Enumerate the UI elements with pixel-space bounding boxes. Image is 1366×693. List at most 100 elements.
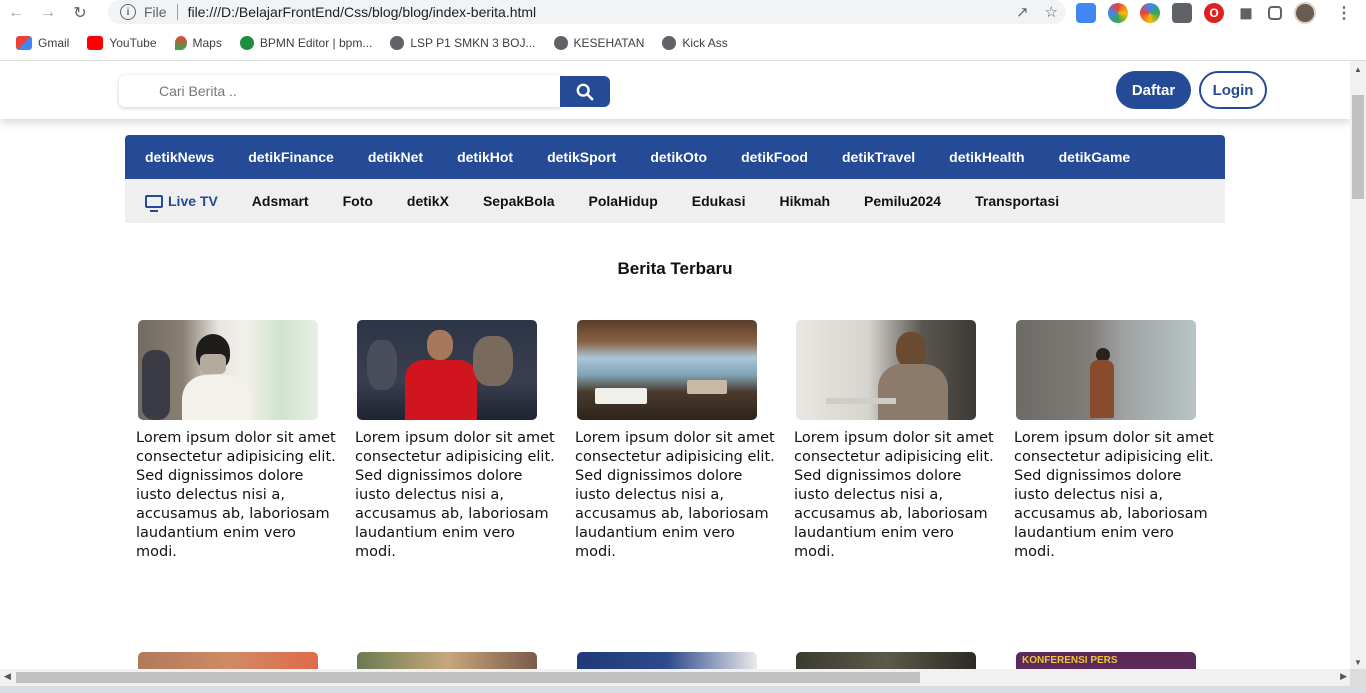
news-thumbnail[interactable] bbox=[796, 652, 976, 669]
news-thumbnail[interactable] bbox=[577, 652, 757, 669]
url-scheme: File bbox=[144, 4, 167, 20]
bookmark-label: Kick Ass bbox=[682, 36, 728, 50]
address-bar[interactable]: i File file:///D:/BelajarFrontEnd/Css/bl… bbox=[108, 0, 1066, 24]
bookmark-kesehatan[interactable]: KESEHATAN bbox=[553, 36, 645, 50]
maps-icon bbox=[174, 36, 187, 50]
news-excerpt: Lorem ipsum dolor sit amet consectetur a… bbox=[355, 430, 555, 560]
live-tv-label: Live TV bbox=[168, 193, 218, 209]
search-input[interactable] bbox=[119, 75, 561, 107]
news-card[interactable]: Lorem ipsum dolor sit amet consectetur a… bbox=[575, 320, 775, 562]
bookmark-bpmn[interactable]: BPMN Editor | bpm... bbox=[239, 36, 373, 50]
nav-item-adsmart[interactable]: Adsmart bbox=[252, 193, 309, 209]
globe-icon bbox=[553, 36, 568, 50]
youtube-icon bbox=[87, 36, 104, 50]
search-button[interactable] bbox=[560, 76, 610, 107]
news-excerpt: Lorem ipsum dolor sit amet consectetur a… bbox=[1014, 430, 1214, 560]
news-excerpt: Lorem ipsum dolor sit amet consectetur a… bbox=[575, 430, 775, 560]
scroll-left-arrow-icon[interactable]: ◀ bbox=[4, 671, 11, 682]
docs-extension-icon[interactable] bbox=[1076, 3, 1096, 23]
nav-item-polahidup[interactable]: PolaHidup bbox=[589, 193, 658, 209]
news-thumbnail[interactable] bbox=[1016, 320, 1196, 420]
nav-item-detiksport[interactable]: detikSport bbox=[547, 149, 616, 165]
reload-icon[interactable]: ↻ bbox=[64, 0, 96, 26]
scroll-up-arrow-icon[interactable]: ▲ bbox=[1354, 65, 1362, 74]
profile-avatar[interactable] bbox=[1294, 2, 1316, 24]
vertical-scrollbar[interactable]: ▲ ▼ bbox=[1350, 61, 1366, 669]
news-excerpt: Lorem ipsum dolor sit amet consectetur a… bbox=[136, 430, 336, 560]
page-viewport: Daftar Login detikNews detikFinance deti… bbox=[0, 61, 1350, 669]
nav-item-detikhot[interactable]: detikHot bbox=[457, 149, 513, 165]
color-wheel-extension-icon[interactable] bbox=[1140, 3, 1160, 23]
side-panel-icon[interactable] bbox=[1268, 6, 1282, 20]
nav-item-detikhealth[interactable]: detikHealth bbox=[949, 149, 1024, 165]
news-card[interactable]: Lorem ipsum dolor sit amet consectetur a… bbox=[136, 320, 336, 562]
vertical-scroll-thumb[interactable] bbox=[1352, 95, 1364, 199]
section-title: Berita Terbaru bbox=[617, 259, 733, 278]
bookmark-gmail[interactable]: Gmail bbox=[16, 36, 69, 50]
nav-item-hikmah[interactable]: Hikmah bbox=[779, 193, 830, 209]
nav-item-foto[interactable]: Foto bbox=[343, 193, 373, 209]
bookmark-youtube[interactable]: YouTube bbox=[87, 36, 157, 50]
news-thumbnail[interactable] bbox=[796, 320, 976, 420]
nav-item-detikfood[interactable]: detikFood bbox=[741, 149, 808, 165]
nav-item-detikx[interactable]: detikX bbox=[407, 193, 449, 209]
color-picker-extension-icon[interactable] bbox=[1108, 3, 1128, 23]
news-excerpt: Lorem ipsum dolor sit amet consectetur a… bbox=[794, 430, 994, 560]
scrollbar-corner bbox=[1350, 669, 1366, 686]
bookmark-maps[interactable]: Maps bbox=[174, 36, 222, 50]
news-thumbnail[interactable] bbox=[138, 320, 318, 420]
nav-item-transportasi[interactable]: Transportasi bbox=[975, 193, 1059, 209]
register-button[interactable]: Daftar bbox=[1116, 71, 1191, 109]
gmail-icon bbox=[16, 36, 32, 50]
forward-arrow-icon[interactable]: → bbox=[32, 0, 64, 26]
eyedropper-extension-icon[interactable] bbox=[1172, 3, 1192, 23]
bpmn-icon bbox=[239, 36, 254, 50]
login-button[interactable]: Login bbox=[1199, 71, 1267, 109]
nav-item-live-tv[interactable]: Live TV bbox=[145, 193, 218, 212]
news-card[interactable]: Lorem ipsum dolor sit amet consectetur a… bbox=[1014, 320, 1214, 562]
nav-item-detiknews[interactable]: detikNews bbox=[145, 149, 214, 165]
bookmark-label: Gmail bbox=[38, 36, 70, 50]
puzzle-extensions-icon[interactable]: ◼ bbox=[1236, 3, 1256, 23]
share-icon[interactable]: ↗ bbox=[1016, 3, 1029, 21]
site-header: Daftar Login bbox=[0, 61, 1350, 119]
nav-item-detikoto[interactable]: detikOto bbox=[650, 149, 707, 165]
nav-item-detikfinance[interactable]: detikFinance bbox=[248, 149, 334, 165]
adblock-extension-icon[interactable]: O bbox=[1204, 3, 1224, 23]
bookmark-label: YouTube bbox=[109, 36, 157, 50]
horizontal-scrollbar[interactable]: ◀ ▶ bbox=[0, 669, 1350, 686]
news-card[interactable]: Lorem ipsum dolor sit amet consectetur a… bbox=[355, 320, 555, 562]
news-thumbnail[interactable] bbox=[357, 652, 537, 669]
horizontal-scroll-thumb[interactable] bbox=[16, 672, 920, 683]
url-text[interactable]: file:///D:/BelajarFrontEnd/Css/blog/blog… bbox=[188, 4, 537, 20]
nav-item-sepakbola[interactable]: SepakBola bbox=[483, 193, 555, 209]
bookmark-label: KESEHATAN bbox=[573, 36, 645, 50]
bookmark-label: LSP P1 SMKN 3 BOJ... bbox=[410, 36, 536, 50]
taskbar-edge bbox=[0, 686, 1366, 693]
news-thumbnail[interactable] bbox=[357, 320, 537, 420]
bookmark-lsp[interactable]: LSP P1 SMKN 3 BOJ... bbox=[390, 36, 536, 50]
search-icon bbox=[576, 83, 594, 100]
secondary-nav: Live TV Adsmart Foto detikX SepakBola Po… bbox=[125, 179, 1225, 223]
news-card[interactable]: Lorem ipsum dolor sit amet consectetur a… bbox=[794, 320, 994, 562]
bookmarks-bar: Gmail YouTube Maps BPMN Editor | bpm... … bbox=[0, 31, 1366, 55]
scroll-down-arrow-icon[interactable]: ▼ bbox=[1354, 658, 1362, 667]
info-icon[interactable]: i bbox=[120, 4, 136, 20]
nav-item-detiktravel[interactable]: detikTravel bbox=[842, 149, 915, 165]
bookmark-label: Maps bbox=[192, 36, 222, 50]
url-divider bbox=[176, 4, 178, 20]
browser-toolbar: ← → ↻ i File file:///D:/BelajarFrontEnd/… bbox=[0, 0, 1366, 26]
news-thumbnail[interactable]: KONFERENSI PERS bbox=[1016, 652, 1196, 669]
scroll-right-arrow-icon[interactable]: ▶ bbox=[1340, 671, 1347, 682]
bookmark-kick-ass[interactable]: Kick Ass bbox=[662, 36, 728, 50]
nav-item-detiknet[interactable]: detikNet bbox=[368, 149, 423, 165]
nav-item-detikgame[interactable]: detikGame bbox=[1059, 149, 1131, 165]
nav-item-pemilu2024[interactable]: Pemilu2024 bbox=[864, 193, 941, 209]
kebab-menu-icon[interactable]: ⋮ bbox=[1336, 3, 1352, 23]
bookmark-star-icon[interactable]: ☆ bbox=[1045, 3, 1058, 21]
news-thumbnail[interactable] bbox=[577, 320, 757, 420]
nav-item-edukasi[interactable]: Edukasi bbox=[692, 193, 746, 209]
news-thumbnail[interactable] bbox=[138, 652, 318, 669]
back-arrow-icon[interactable]: ← bbox=[0, 0, 32, 26]
bookmark-label: BPMN Editor | bpm... bbox=[259, 36, 373, 50]
